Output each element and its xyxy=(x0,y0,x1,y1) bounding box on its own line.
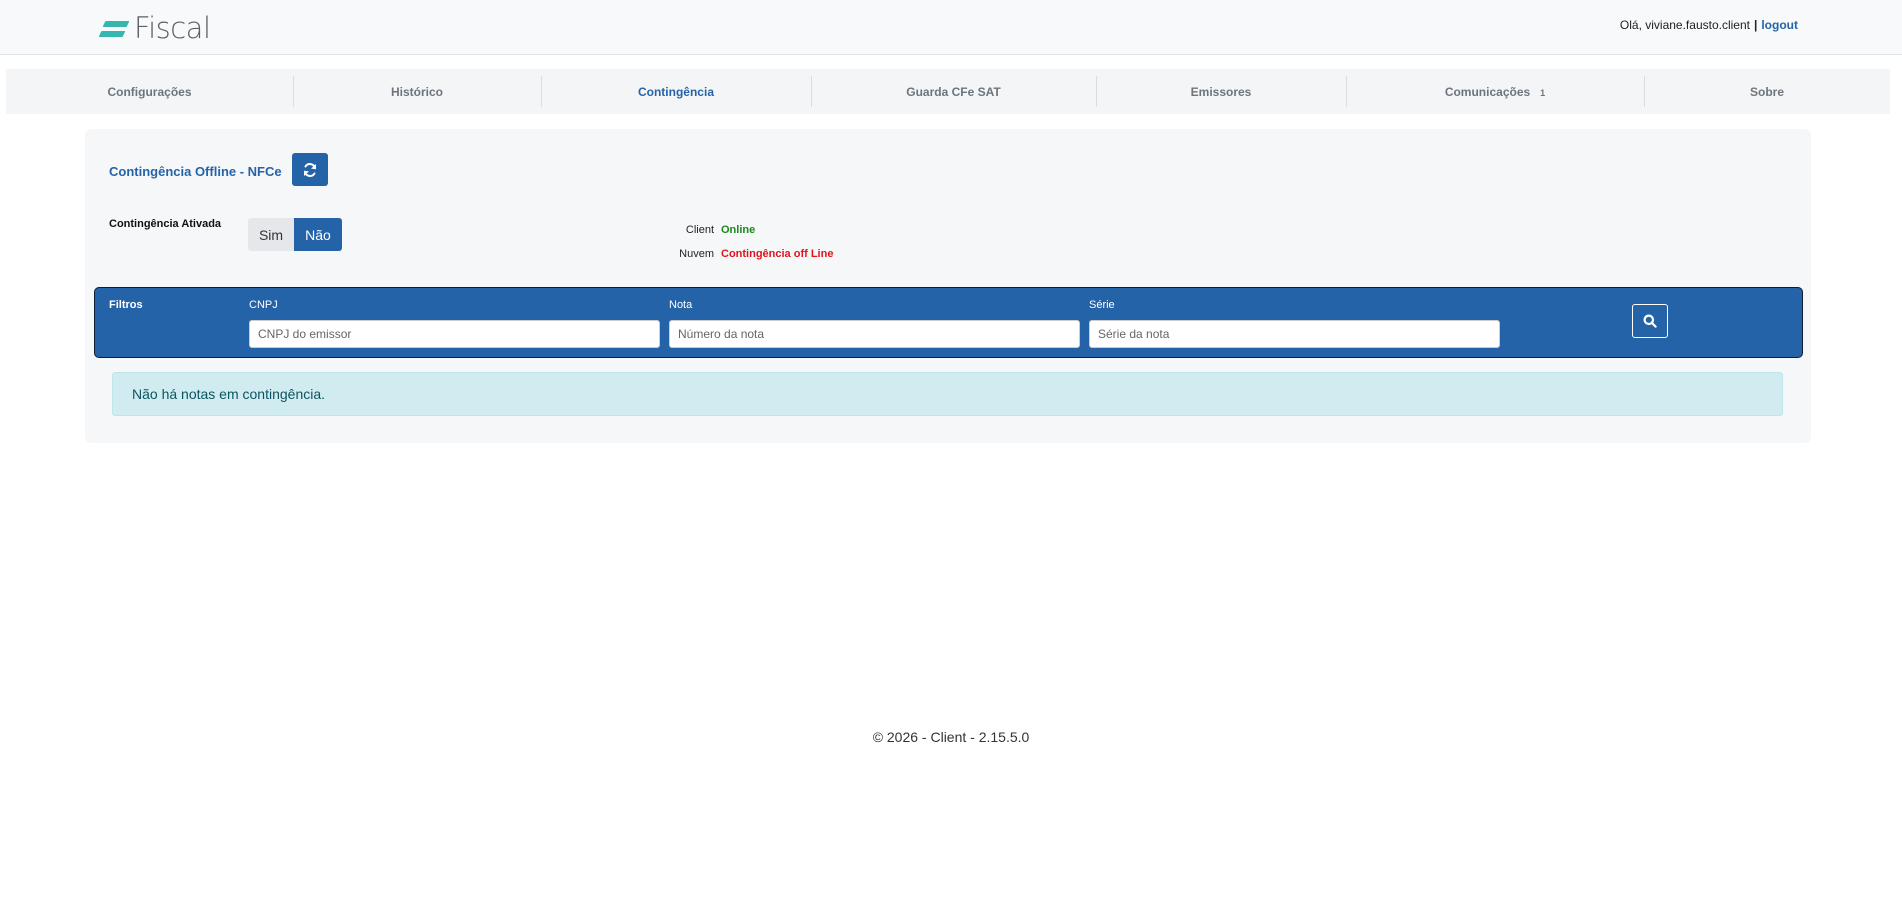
cnpj-input[interactable] xyxy=(249,320,660,348)
contingencia-card: Contingência Offline - NFCe Contingência… xyxy=(85,129,1811,443)
serie-input[interactable] xyxy=(1089,320,1500,348)
nav-item-label: Sobre xyxy=(1749,84,1784,99)
empty-state-alert: Não há notas em contingência. xyxy=(112,372,1783,416)
refresh-icon xyxy=(304,162,316,177)
fiscal-logo[interactable]: Fiscal xyxy=(98,14,211,43)
contingencia-ativada-label: Contingência Ativada xyxy=(109,218,222,230)
contingencia-toggle: Sim Não xyxy=(248,218,342,251)
cnpj-label: CNPJ xyxy=(249,299,278,311)
fiscal-logo-icon xyxy=(98,19,130,39)
search-icon xyxy=(1643,314,1657,328)
comunicacoes-count-badge: 1 xyxy=(1540,87,1546,98)
client-status-value: Online xyxy=(721,224,756,236)
footer-text: © 2026 - Client - 2.15.5.0 xyxy=(872,729,1030,745)
nav-item-configuracoes[interactable]: Configurações xyxy=(6,69,293,114)
client-label: Client xyxy=(685,224,714,236)
user-area: Olá, viviane.fausto.client | logout xyxy=(1620,18,1798,32)
nav-item-contingencia[interactable]: Contingência xyxy=(541,69,811,114)
nav-item-label: Configurações xyxy=(107,84,192,99)
nav-item-emissores[interactable]: Emissores xyxy=(1096,69,1346,114)
top-header: Fiscal Olá, viviane.fausto.client | logout xyxy=(0,0,1902,55)
page-title: Contingência Offline - NFCe xyxy=(109,164,282,179)
nav-item-guarda-cfe-sat[interactable]: Guarda CFe SAT xyxy=(811,69,1096,114)
nota-input[interactable] xyxy=(669,320,1080,348)
brand-name: Fiscal xyxy=(134,11,211,45)
main-nav: Configurações Histórico Contingência Gua… xyxy=(6,69,1890,114)
nav-item-label: Comunicações xyxy=(1444,84,1531,99)
nav-item-label: Emissores xyxy=(1190,84,1252,99)
status-labels: Client Nuvem xyxy=(649,218,714,266)
logout-link[interactable]: logout xyxy=(1761,18,1798,32)
nota-label: Nota xyxy=(669,299,693,311)
toggle-nao-button[interactable]: Não xyxy=(294,218,342,251)
nuvem-status-value: Contingência off Line xyxy=(721,248,834,260)
refresh-button[interactable] xyxy=(292,153,328,186)
nav-item-sobre[interactable]: Sobre xyxy=(1644,69,1890,114)
status-values: Online Contingência off Line xyxy=(721,218,833,266)
user-greeting: Olá, viviane.fausto.client xyxy=(1619,18,1750,32)
nav-item-label: Guarda CFe SAT xyxy=(906,84,1001,99)
filters-label: Filtros xyxy=(109,299,143,311)
nuvem-label: Nuvem xyxy=(679,248,714,260)
nav-item-label: Contingência xyxy=(637,84,714,99)
user-separator: | xyxy=(1753,18,1758,32)
nav-item-comunicacoes[interactable]: Comunicações 1 xyxy=(1346,69,1644,114)
filters-bar: Filtros CNPJ Nota Série xyxy=(94,287,1803,358)
serie-label: Série xyxy=(1089,299,1115,311)
nav-item-label: Histórico xyxy=(390,84,443,99)
toggle-sim-button[interactable]: Sim xyxy=(248,218,294,251)
nav-item-historico[interactable]: Histórico xyxy=(293,69,541,114)
search-button[interactable] xyxy=(1632,304,1668,338)
